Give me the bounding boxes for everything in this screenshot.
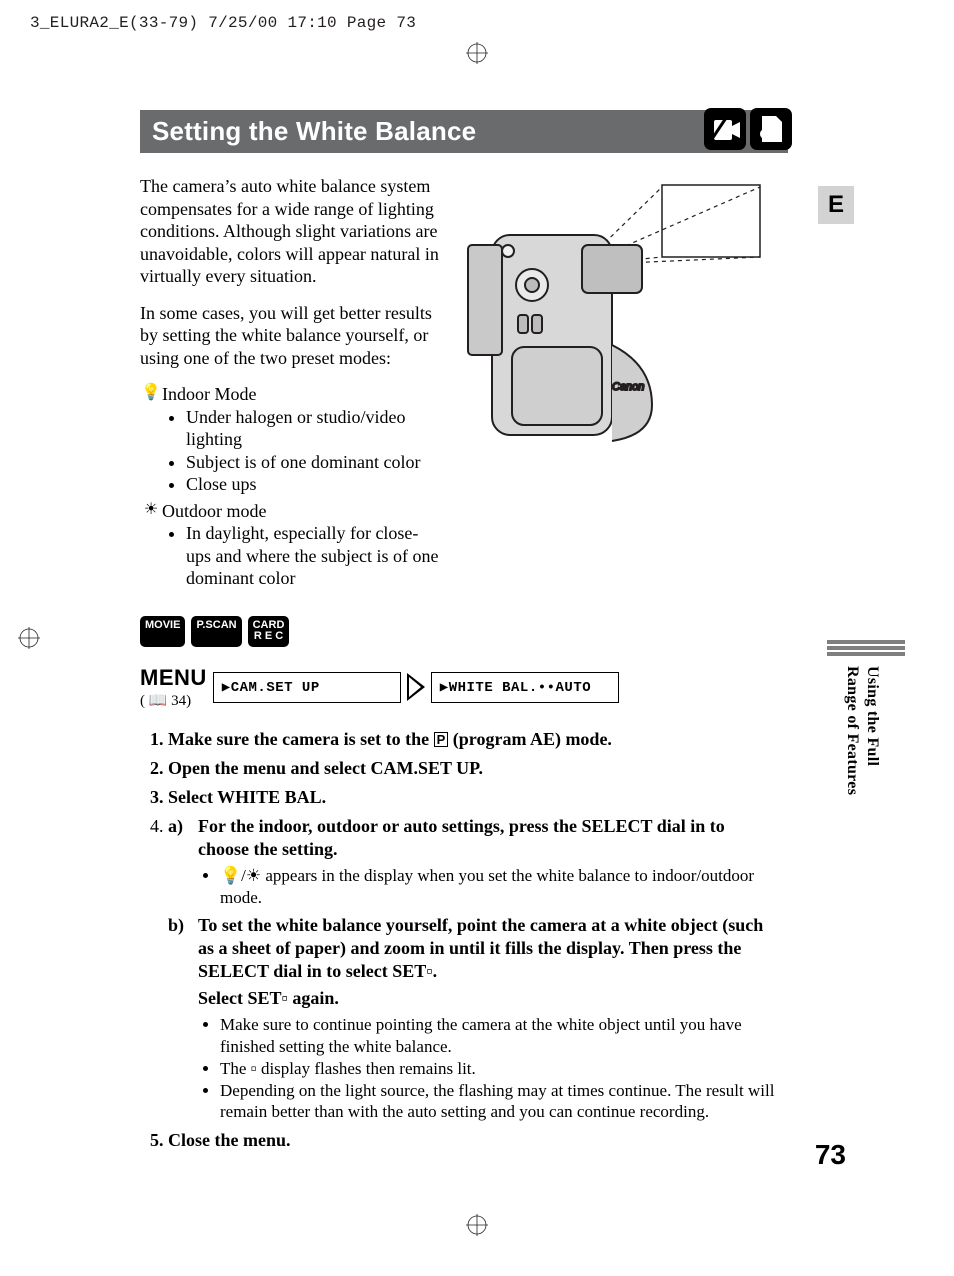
step-2: Open the menu and select CAM.SET UP. [168, 757, 780, 780]
pscan-badge: P.SCAN [191, 616, 241, 647]
camera-mode-icon [704, 108, 746, 150]
outdoor-bullet-list: In daylight, especially for close-ups an… [140, 522, 440, 590]
crop-mark-top [466, 42, 488, 64]
step-4b-bullet: Depending on the light source, the flash… [220, 1080, 780, 1124]
intro-p2: In some cases, you will get better resul… [140, 302, 440, 370]
step-4b-text: To set the white balance yourself, point… [198, 914, 780, 983]
step-4: a) For the indoor, outdoor or auto setti… [168, 815, 780, 1123]
print-slug: 3_ELURA2_E(33-79) 7/25/00 17:10 Page 73 [30, 14, 416, 32]
step-4a-text: For the indoor, outdoor or auto settings… [198, 815, 780, 861]
section-stripes-icon [827, 640, 905, 658]
menu-page-ref: ( 📖 34) [140, 691, 207, 710]
section-title: Setting the White Balance [152, 116, 476, 146]
crop-mark-bottom [466, 1214, 488, 1236]
card-rec-badge: CARD R E C [248, 616, 290, 647]
indoor-bullet-list: Under halogen or studio/video lighting S… [140, 406, 440, 496]
program-ae-icon: P [434, 732, 449, 747]
section-title-bar: Setting the White Balance [140, 110, 788, 153]
mode-badges: MOVIE P.SCAN CARD R E C [140, 616, 780, 647]
indoor-bullet: Subject is of one dominant color [186, 451, 440, 474]
step-4b-set-again: Select SET▫ again. [198, 987, 780, 1010]
intro-text: The camera’s auto white balance system c… [140, 175, 440, 594]
card-mode-icon [750, 108, 792, 150]
section-tab: Using the Full Range of Features [842, 640, 890, 850]
step-4a-note: 💡/☀ appears in the display when you set … [220, 865, 780, 909]
step-4a-letter: a) [168, 815, 188, 861]
language-tab: E [818, 186, 854, 224]
crop-mark-left [18, 627, 40, 649]
indoor-label: Indoor Mode [162, 383, 256, 406]
step-5: Close the menu. [168, 1129, 780, 1152]
movie-badge: MOVIE [140, 616, 185, 647]
indoor-bullet: Close ups [186, 473, 440, 496]
menu-nav-row: MENU ( 📖 34) ▶CAM.SET UP ▶WHITE BAL.••AU… [140, 665, 780, 710]
outdoor-icon: ☀ [140, 500, 162, 523]
menu-arrow-icon [407, 673, 425, 701]
menu-box-camsetup: ▶CAM.SET UP [213, 672, 401, 703]
section-line1: Using the Full [864, 666, 881, 766]
section-line2: Range of Features [844, 666, 861, 795]
steps-list: Make sure the camera is set to the P (pr… [140, 728, 780, 1153]
indoor-icon: 💡 [140, 383, 162, 406]
menu-box-whitebal: ▶WHITE BAL.••AUTO [431, 672, 619, 703]
svg-text:Canon: Canon [612, 381, 644, 393]
outdoor-bullet: In daylight, especially for close-ups an… [186, 522, 440, 590]
step-4b-letter: b) [168, 914, 188, 983]
step-1: Make sure the camera is set to the P (pr… [168, 728, 780, 751]
step-4b-bullet: The ▫ display flashes then remains lit. [220, 1058, 780, 1080]
page-number: 73 [815, 1139, 846, 1171]
manual-page: 3_ELURA2_E(33-79) 7/25/00 17:10 Page 73 … [0, 0, 954, 1276]
intro-p1: The camera’s auto white balance system c… [140, 175, 440, 288]
step-4b-bullet: Make sure to continue pointing the camer… [220, 1014, 780, 1058]
menu-label: MENU [140, 665, 207, 691]
step-3: Select WHITE BAL. [168, 786, 780, 809]
camera-diagram: Canon [462, 175, 772, 475]
outdoor-label: Outdoor mode [162, 500, 266, 523]
indoor-bullet: Under halogen or studio/video lighting [186, 406, 440, 451]
